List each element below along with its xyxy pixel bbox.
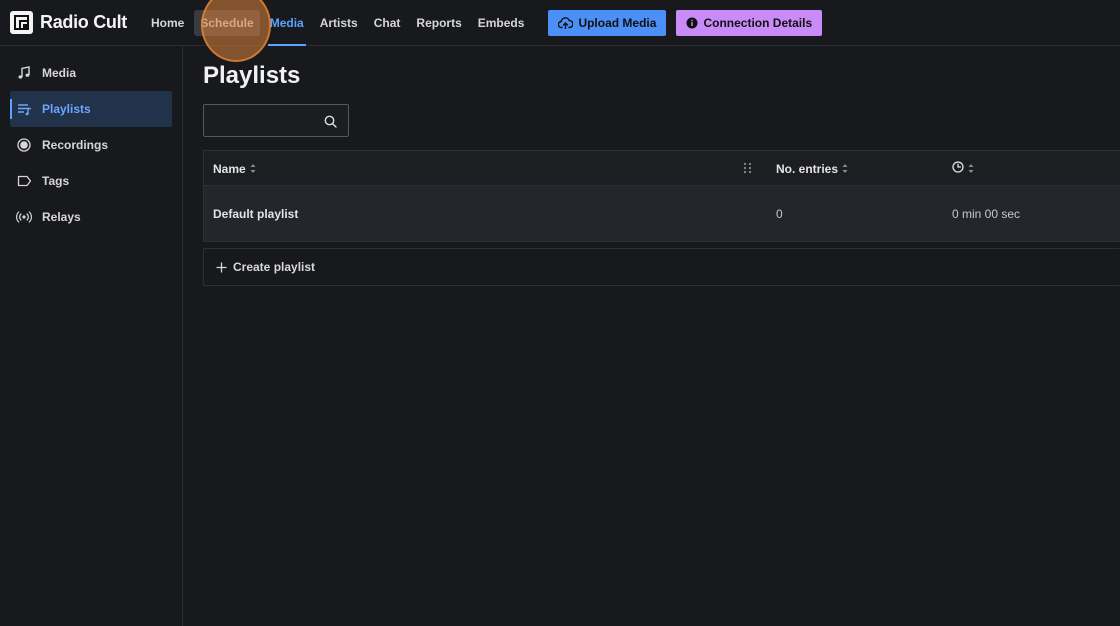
top-navigation-bar: Radio Cult Home Schedule Media Artists C… (0, 0, 1120, 46)
nav-media[interactable]: Media (262, 0, 312, 46)
table-row[interactable]: Default playlist 0 0 min 00 sec (204, 186, 1120, 241)
column-header-label: No. entries (776, 161, 839, 176)
playlist-duration: 0 min 00 sec (952, 206, 1021, 221)
nav-media-label: Media (269, 15, 304, 30)
nav-artists-label: Artists (319, 15, 358, 30)
brand-name: Radio Cult (40, 12, 127, 32)
plus-icon (216, 262, 227, 273)
sidebar-item-playlists[interactable]: Playlists (10, 91, 172, 127)
sidebar-item-label: Playlists (42, 102, 91, 116)
main-nav: Home Schedule Media Artists Chat Reports… (143, 0, 532, 46)
nav-embeds-label: Embeds (477, 15, 525, 30)
sidebar: Media Playlists Recordings Tags Relays (0, 46, 183, 626)
brand[interactable]: Radio Cult (10, 11, 127, 34)
clock-icon (952, 161, 964, 176)
music-note-icon (16, 65, 32, 81)
nav-reports[interactable]: Reports (408, 0, 469, 46)
sort-icon (250, 163, 256, 174)
search-input[interactable] (204, 105, 314, 136)
playlist-name: Default playlist (213, 206, 299, 221)
sidebar-item-recordings[interactable]: Recordings (10, 127, 172, 163)
column-header-entries[interactable]: No. entries (776, 151, 848, 186)
sort-icon (968, 163, 974, 174)
nav-home[interactable]: Home (143, 0, 192, 46)
nav-reports-label: Reports (416, 15, 462, 30)
search-box (203, 104, 349, 137)
column-header-duration[interactable] (952, 151, 974, 186)
nav-schedule-label: Schedule (200, 15, 254, 30)
search-icon[interactable] (324, 115, 337, 133)
playlists-table: Name No. entries Default playlist 0 0 mi… (203, 150, 1120, 242)
upload-media-label: Upload Media (578, 15, 657, 30)
table-header: Name No. entries (204, 151, 1120, 186)
sidebar-item-tags[interactable]: Tags (10, 163, 172, 199)
upload-media-button[interactable]: Upload Media (548, 9, 667, 36)
sidebar-item-label: Media (42, 66, 77, 80)
column-header-label: Name (213, 161, 246, 176)
nav-artists[interactable]: Artists (312, 0, 366, 46)
connection-details-label: Connection Details (703, 15, 813, 30)
drag-handle-icon[interactable] (743, 162, 752, 177)
create-playlist-button[interactable]: Create playlist (203, 248, 1120, 286)
nav-chat[interactable]: Chat (366, 0, 409, 46)
playlist-icon (16, 101, 32, 117)
sidebar-item-label: Recordings (42, 138, 109, 152)
column-header-name[interactable]: Name (213, 151, 256, 186)
sidebar-item-label: Relays (42, 210, 81, 224)
connection-details-button[interactable]: Connection Details (676, 9, 823, 36)
info-icon (686, 17, 698, 28)
sidebar-item-label: Tags (42, 174, 70, 188)
radio-cult-logo-icon (10, 11, 33, 34)
broadcast-icon (16, 209, 32, 225)
nav-home-label: Home (151, 15, 185, 30)
nav-chat-label: Chat (373, 15, 401, 30)
cloud-upload-icon (558, 16, 574, 29)
tag-icon (16, 173, 32, 189)
create-playlist-label: Create playlist (233, 260, 316, 274)
nav-embeds[interactable]: Embeds (470, 0, 533, 46)
sidebar-item-relays[interactable]: Relays (10, 199, 172, 235)
nav-schedule[interactable]: Schedule (192, 0, 261, 46)
record-icon (16, 137, 32, 153)
playlist-entries: 0 (776, 206, 783, 221)
page-title: Playlists (203, 62, 301, 89)
sort-icon (842, 163, 848, 174)
sidebar-item-media[interactable]: Media (10, 55, 172, 91)
